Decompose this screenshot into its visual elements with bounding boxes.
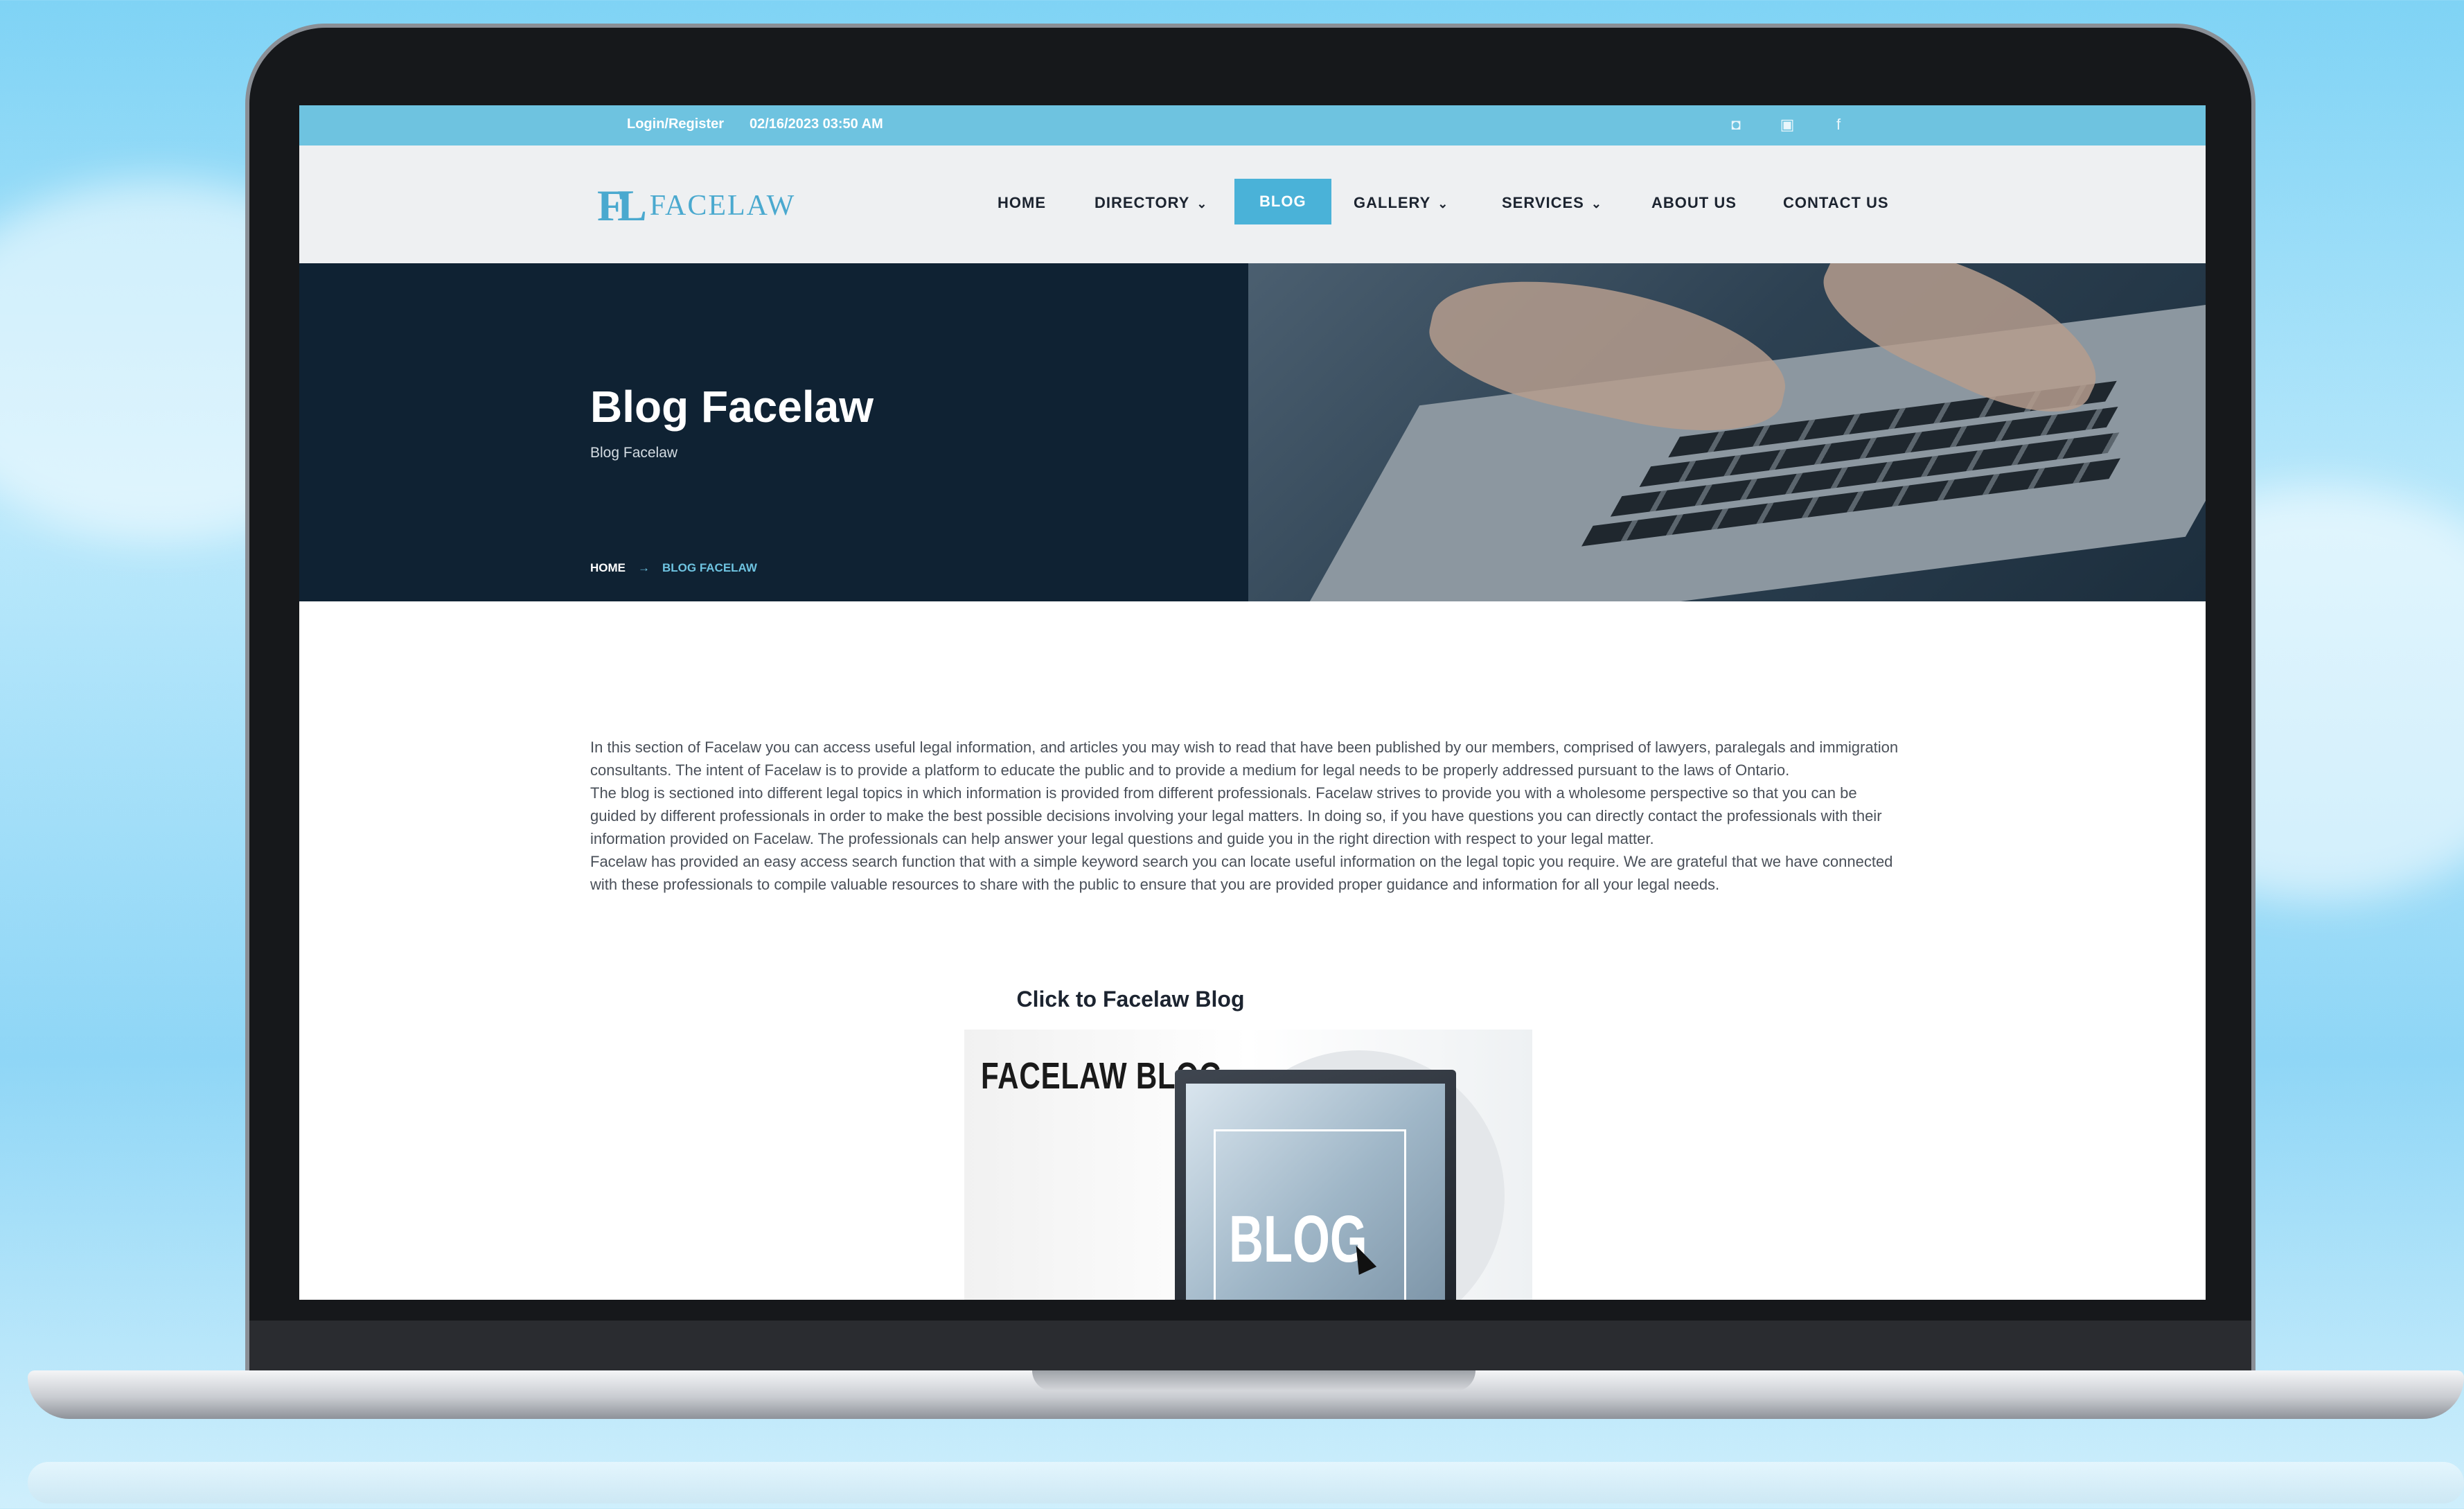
hero-banner: Blog Facelaw Blog Facelaw HOME → BLOG FA… <box>299 263 2206 601</box>
login-register-link[interactable]: Login/Register <box>627 116 724 132</box>
page-subtitle: Blog Facelaw <box>590 445 678 461</box>
chevron-down-icon: ⌄ <box>1437 197 1449 211</box>
nav-directory-label: DIRECTORY <box>1094 194 1190 211</box>
page-title: Blog Facelaw <box>590 382 874 432</box>
banner-screen-text: BLOG <box>1229 1202 1367 1276</box>
blog-intro: In this section of Facelaw you can acces… <box>590 736 1906 896</box>
nav-contact-us[interactable]: CONTACT US <box>1783 194 1889 212</box>
facebook-icon[interactable]: f <box>1829 115 1848 134</box>
current-datetime: 02/16/2023 03:50 AM <box>750 116 883 132</box>
top-bar: Login/Register 02/16/2023 03:50 AM ◘ ▣ f <box>299 105 2206 145</box>
nav-blog[interactable]: BLOG <box>1234 179 1331 224</box>
nav-gallery[interactable]: GALLERY ⌄ <box>1354 194 1448 212</box>
arrow-right-icon: → <box>638 561 650 574</box>
laptop-chin <box>249 1321 2251 1376</box>
nav-about-us[interactable]: ABOUT US <box>1651 194 1737 212</box>
intro-paragraph: Facelaw has provided an easy access sear… <box>590 853 1893 893</box>
laptop-notch <box>1032 1370 1475 1391</box>
nav-menu: HOME DIRECTORY ⌄ BLOG GALLERY ⌄ SERVICES ⌄ … <box>299 145 2206 263</box>
chevron-down-icon: ⌄ <box>1196 197 1208 211</box>
facelaw-blog-banner[interactable]: FACELAW BLOG BLOG <box>964 1030 1532 1300</box>
chevron-down-icon: ⌄ <box>1590 197 1602 211</box>
nav-services[interactable]: SERVICES ⌄ <box>1502 194 1602 212</box>
nav-directory[interactable]: DIRECTORY ⌄ <box>1094 194 1207 212</box>
intro-paragraph: The blog is sectioned into different leg… <box>590 784 1882 847</box>
breadcrumb: HOME → BLOG FACELAW <box>590 561 757 575</box>
nav-home[interactable]: HOME <box>998 194 1046 212</box>
youtube-icon[interactable]: ▣ <box>1778 115 1797 134</box>
hero-image-typing-on-laptop <box>1248 263 2206 601</box>
nav-services-label: SERVICES <box>1502 194 1584 211</box>
instagram-icon[interactable]: ◘ <box>1726 115 1746 134</box>
laptop-reflection <box>28 1462 2464 1503</box>
banner-monitor-image: BLOG <box>1175 1070 1456 1300</box>
breadcrumb-home[interactable]: HOME <box>590 561 626 575</box>
social-links: ◘ ▣ f <box>1726 115 1848 134</box>
nav-gallery-label: GALLERY <box>1354 194 1431 211</box>
main-navbar: FL FACELAW HOME DIRECTORY ⌄ BLOG GALLERY ⌄… <box>299 145 2206 263</box>
browser-viewport: Login/Register 02/16/2023 03:50 AM ◘ ▣ f… <box>299 105 2206 1300</box>
intro-paragraph: In this section of Facelaw you can acces… <box>590 739 1899 779</box>
breadcrumb-current: BLOG FACELAW <box>662 561 757 574</box>
blog-cta-heading: Click to Facelaw Blog <box>1016 987 1245 1012</box>
